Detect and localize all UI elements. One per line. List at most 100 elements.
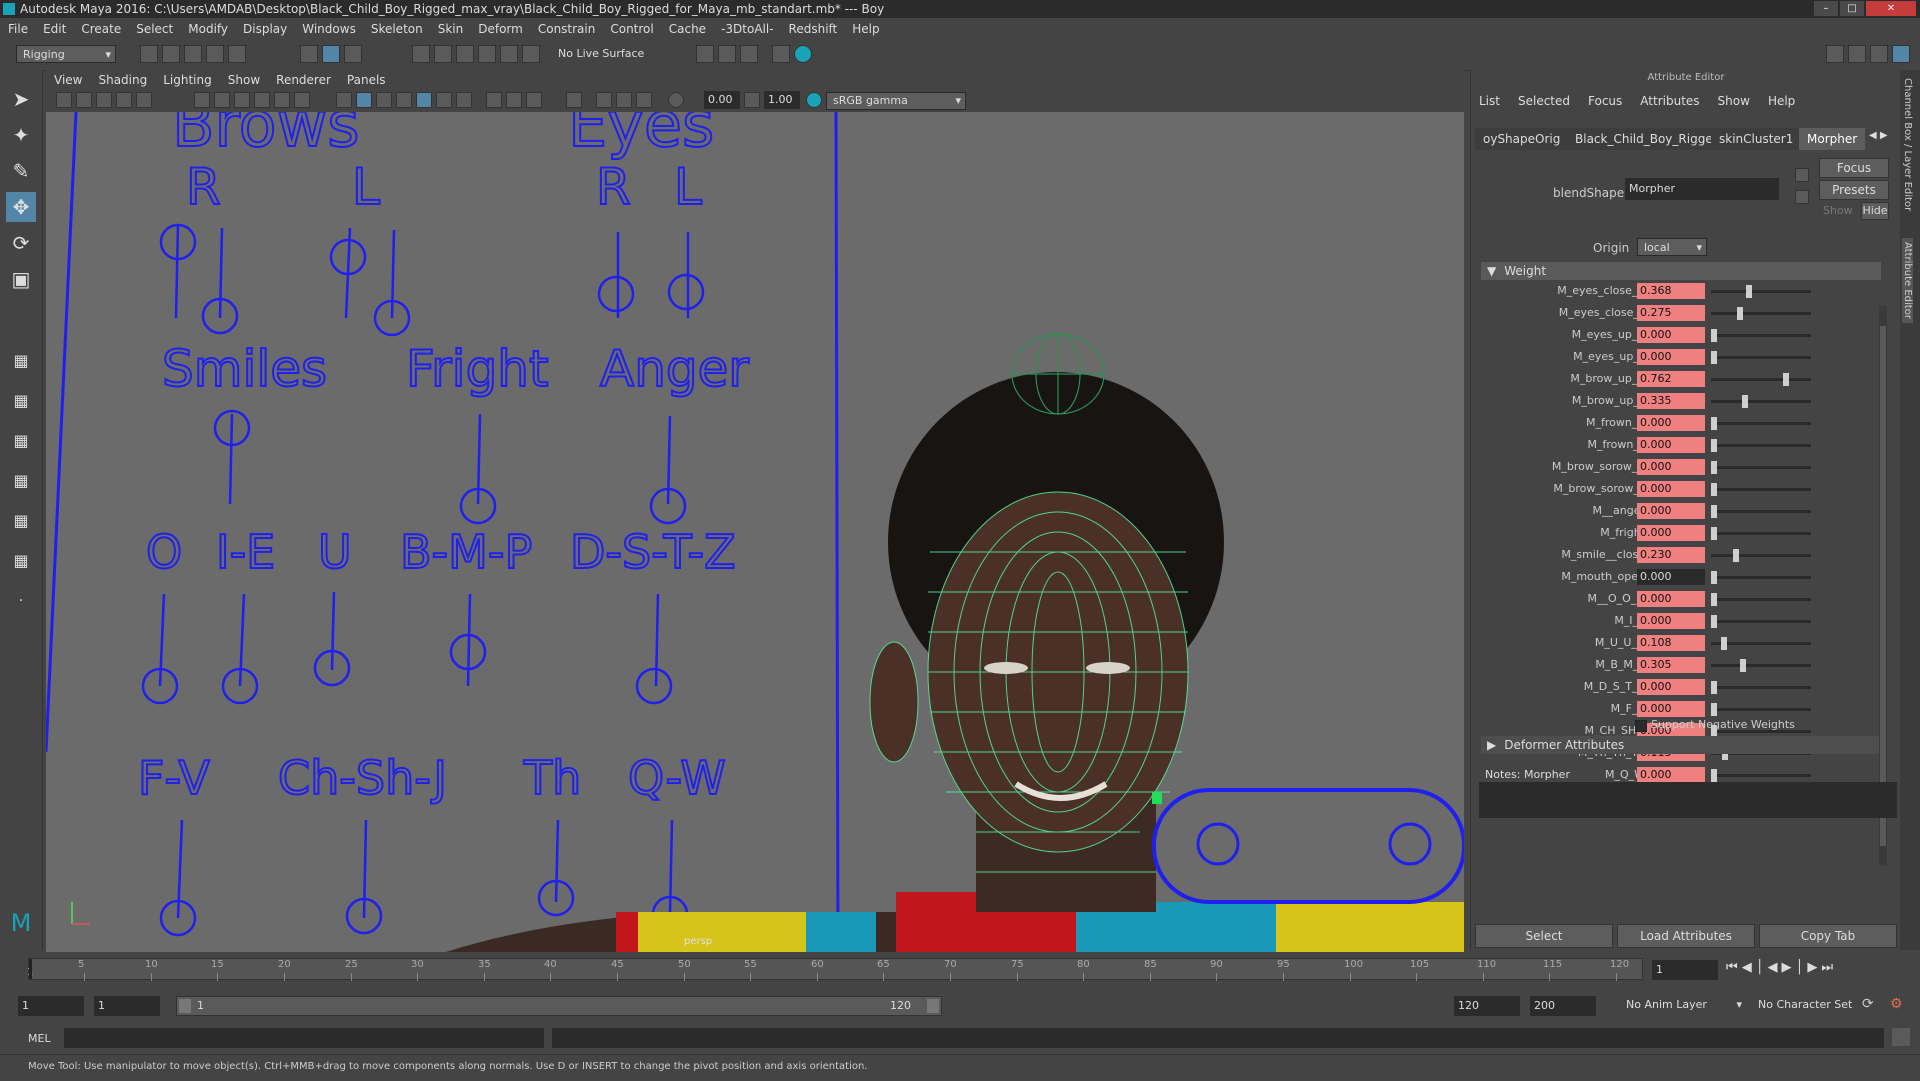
tab-scroll-arrows-icon[interactable]: ◀ ▶: [1869, 130, 1888, 141]
weight-value-field[interactable]: 0.275: [1637, 305, 1705, 321]
slider-control-anger[interactable]: [649, 415, 687, 525]
step-back-key-icon[interactable]: ◀│: [1742, 960, 1768, 975]
current-time-indicator[interactable]: [29, 959, 32, 979]
textured-icon[interactable]: [396, 92, 412, 108]
weight-slider-handle[interactable]: [1740, 659, 1746, 672]
weight-slider-handle[interactable]: [1711, 417, 1717, 430]
viewport-menu-shading[interactable]: Shading: [98, 73, 147, 87]
single-perspective-layout-icon[interactable]: ▦: [6, 346, 36, 376]
attribute-scrollbar-thumb[interactable]: [1880, 326, 1886, 846]
preferences-icon[interactable]: ⚙: [1890, 996, 1903, 1012]
hypershade-layout-icon[interactable]: ▦: [6, 506, 36, 536]
outliner-icon[interactable]: [1848, 45, 1866, 63]
image-plane-icon[interactable]: [116, 92, 132, 108]
weight-slider[interactable]: [1711, 329, 1811, 342]
weight-slider-handle[interactable]: [1721, 637, 1727, 650]
weight-value-field[interactable]: 0.305: [1637, 657, 1705, 673]
range-start-handle[interactable]: [179, 999, 191, 1013]
weight-slider[interactable]: [1711, 373, 1811, 386]
weight-value-field[interactable]: 0.000: [1637, 613, 1705, 629]
four-view-layout-icon[interactable]: ▦: [6, 386, 36, 416]
menu-skeleton[interactable]: Skeleton: [371, 22, 423, 36]
viewport-menu-lighting[interactable]: Lighting: [163, 73, 212, 87]
menu-modify[interactable]: Modify: [188, 22, 228, 36]
weight-slider[interactable]: [1711, 351, 1811, 364]
tab-black-child-boy-rigged[interactable]: Black_Child_Boy_Rigged: [1567, 128, 1729, 150]
viewport-persp[interactable]: Brows Eyes R L R L Smiles Fright Anger O…: [46, 112, 1464, 952]
auto-key-icon[interactable]: ⟳: [1862, 996, 1874, 1012]
isolate-select-icon[interactable]: [566, 92, 582, 108]
select-object-icon[interactable]: [322, 45, 340, 63]
select-component-icon[interactable]: [344, 45, 362, 63]
minimize-icon[interactable]: –: [1814, 1, 1838, 16]
persp-graph-layout-icon[interactable]: ▦: [6, 466, 36, 496]
ae-menu-list[interactable]: List: [1479, 94, 1500, 108]
jaw-control-handle[interactable]: [1152, 792, 1162, 804]
slider-control-fv[interactable]: [159, 819, 197, 937]
attribute-editor-side-tab[interactable]: Attribute Editor: [1902, 238, 1913, 323]
open-scene-icon[interactable]: [162, 45, 180, 63]
hide-button[interactable]: Hide: [1861, 202, 1889, 220]
weight-slider-handle[interactable]: [1737, 307, 1743, 320]
lasso-tool-icon[interactable]: ✦: [6, 120, 36, 150]
weight-slider-handle[interactable]: [1711, 571, 1717, 584]
viewport-menu-view[interactable]: View: [54, 73, 82, 87]
slider-control-ie[interactable]: [221, 593, 259, 705]
slider-control-dstz[interactable]: [635, 593, 673, 705]
step-forward-key-icon[interactable]: │▶: [1796, 960, 1822, 975]
weight-slider[interactable]: [1711, 681, 1811, 694]
origin-dropdown[interactable]: local ▾: [1637, 238, 1707, 256]
play-forward-icon[interactable]: ▶: [1782, 960, 1796, 975]
weight-value-field[interactable]: 0.000: [1637, 327, 1705, 343]
eye-aim-target-right[interactable]: [1196, 822, 1240, 866]
ae-menu-attributes[interactable]: Attributes: [1640, 94, 1699, 108]
live-surface-field[interactable]: No Live Surface: [552, 45, 652, 63]
focus-button[interactable]: Focus: [1819, 158, 1889, 178]
render-view-icon[interactable]: [696, 45, 714, 63]
menu-display[interactable]: Display: [243, 22, 287, 36]
menu-help[interactable]: Help: [852, 22, 879, 36]
weight-slider-handle[interactable]: [1746, 285, 1752, 298]
weight-slider[interactable]: [1711, 285, 1811, 298]
wireframe-icon[interactable]: [336, 92, 352, 108]
paint-select-tool-icon[interactable]: ✎: [6, 156, 36, 186]
camera-select-icon[interactable]: [56, 92, 72, 108]
eye-aim-control[interactable]: [1152, 788, 1464, 904]
weight-slider-handle[interactable]: [1711, 505, 1717, 518]
go-to-start-icon[interactable]: ⏮: [1726, 960, 1742, 975]
menu-redshift[interactable]: Redshift: [789, 22, 838, 36]
time-slider-track[interactable]: 1 51015202530354045505560657075808590951…: [27, 958, 1643, 981]
weight-slider-handle[interactable]: [1711, 681, 1717, 694]
xray-joints-icon[interactable]: [616, 92, 632, 108]
anti-aliasing-icon[interactable]: [506, 92, 522, 108]
redo-icon[interactable]: [228, 45, 246, 63]
weight-slider[interactable]: [1711, 483, 1811, 496]
menu-3dtoall[interactable]: -3DtoAll-: [721, 22, 773, 36]
step-back-icon[interactable]: ◀: [1768, 960, 1782, 975]
weight-value-field[interactable]: 0.000: [1637, 349, 1705, 365]
color-management-icon[interactable]: [806, 92, 822, 108]
select-hierarchy-icon[interactable]: [300, 45, 318, 63]
weight-value-field[interactable]: 0.000: [1637, 767, 1705, 783]
snap-live-icon[interactable]: [500, 45, 518, 63]
exposure-field[interactable]: 0.00: [704, 91, 740, 109]
scale-tool-icon[interactable]: ▣: [6, 264, 36, 294]
menu-constrain[interactable]: Constrain: [538, 22, 596, 36]
weight-slider-handle[interactable]: [1711, 615, 1717, 628]
wireframe-on-shaded-icon[interactable]: [376, 92, 392, 108]
weight-value-field[interactable]: 0.762: [1637, 371, 1705, 387]
weight-slider-handle[interactable]: [1733, 549, 1739, 562]
presets-button[interactable]: Presets: [1819, 180, 1889, 200]
menuset-dropdown[interactable]: Rigging ▾: [16, 45, 116, 63]
undo-icon[interactable]: [206, 45, 224, 63]
save-scene-icon[interactable]: [184, 45, 202, 63]
weight-slider[interactable]: [1711, 615, 1811, 628]
menu-select[interactable]: Select: [136, 22, 173, 36]
weight-value-field[interactable]: 0.000: [1637, 459, 1705, 475]
weight-value-field[interactable]: 0.000: [1637, 525, 1705, 541]
attribute-editor-toggle-icon[interactable]: [1892, 45, 1910, 63]
slider-control-brow-r[interactable]: [159, 223, 239, 335]
weight-value-field[interactable]: 0.000: [1637, 437, 1705, 453]
weight-slider[interactable]: [1711, 659, 1811, 672]
slider-control-eye-l[interactable]: [667, 232, 705, 318]
